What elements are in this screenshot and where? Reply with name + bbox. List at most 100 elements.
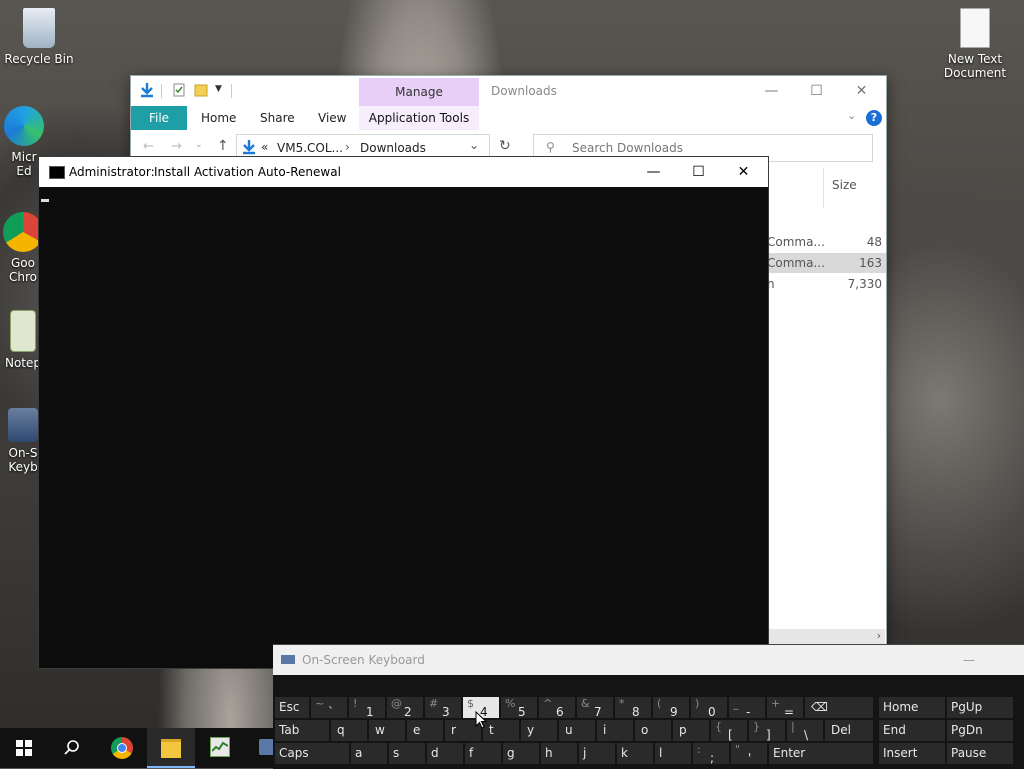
key-q[interactable]: q (331, 720, 367, 741)
key-y[interactable]: y (521, 720, 557, 741)
key-quote[interactable]: " ' (731, 743, 767, 765)
key-l[interactable]: l (655, 743, 691, 764)
key-5[interactable]: % 5 (501, 697, 537, 719)
file-row[interactable]: Comma... 48 (767, 232, 886, 252)
explorer-titlebar[interactable]: ▼ Manage Downloads — ☐ ✕ (131, 76, 886, 107)
file-row[interactable]: Comma... 163 (767, 253, 886, 273)
key-0[interactable]: ) 0 (691, 697, 727, 719)
key-pgup[interactable]: PgUp (947, 697, 1013, 718)
close-button[interactable]: ✕ (839, 76, 884, 106)
tab-application-tools[interactable]: Application Tools (359, 106, 479, 130)
horizontal-scrollbar[interactable]: › (767, 629, 885, 645)
tab-view[interactable]: View (318, 106, 346, 130)
key-o[interactable]: o (635, 720, 671, 741)
key-j[interactable]: j (579, 743, 615, 764)
address-segment[interactable]: Downloads (360, 141, 426, 155)
scroll-right-arrow-icon[interactable]: › (877, 629, 881, 642)
key-a[interactable]: a (351, 743, 387, 764)
cmd-close-button[interactable]: ✕ (721, 157, 766, 187)
key-right-bracket[interactable]: }] (749, 720, 785, 742)
taskbar-search-button[interactable] (48, 728, 96, 768)
key-backtick[interactable]: ~ ` (311, 697, 347, 719)
osk-titlebar[interactable]: On-Screen Keyboard — (273, 645, 1024, 675)
address-overflow[interactable]: « (261, 140, 268, 154)
key-pgdn[interactable]: PgDn (947, 720, 1013, 741)
key-w[interactable]: w (369, 720, 405, 741)
keyboard-icon (8, 408, 38, 442)
key-i[interactable]: i (597, 720, 633, 741)
forward-arrow-icon[interactable]: → (171, 139, 182, 154)
key-s[interactable]: s (389, 743, 425, 764)
desktop-icon-label: Notep (4, 356, 42, 370)
key-equals[interactable]: + = (767, 697, 803, 719)
key-7[interactable]: & 7 (577, 697, 613, 719)
key-p[interactable]: p (673, 720, 709, 741)
desktop-icon-label: New Text Document (943, 52, 1007, 80)
key-k[interactable]: k (617, 743, 653, 764)
key-semicolon[interactable]: :; (693, 743, 729, 765)
key-f[interactable]: f (465, 743, 501, 764)
properties-icon[interactable] (171, 82, 187, 98)
taskbar-file-explorer[interactable] (147, 728, 195, 768)
address-history-chevron-icon[interactable]: ⌄ (469, 138, 479, 152)
key-home[interactable]: Home (879, 697, 945, 718)
ribbon-expand-chevron-icon[interactable]: ⌄ (847, 109, 856, 122)
key-tab[interactable]: Tab (275, 720, 329, 741)
desktop-icon-recycle-bin[interactable]: Recycle Bin (2, 8, 76, 66)
new-folder-icon[interactable] (193, 82, 209, 98)
key-2[interactable]: @2 (387, 697, 423, 719)
desktop-icon-new-text-document[interactable]: New Text Document (938, 8, 1012, 80)
cmd-minimize-button[interactable]: — (631, 157, 676, 187)
up-arrow-icon[interactable]: ↑ (217, 138, 229, 154)
cmd-titlebar[interactable]: Administrator: Install Activation Auto-R… (39, 157, 768, 187)
key-caps[interactable]: Caps (275, 743, 349, 764)
key-pause[interactable]: Pause (947, 743, 1013, 764)
help-icon[interactable]: ? (866, 110, 882, 126)
recent-locations-chevron-icon[interactable]: ⌄ (195, 140, 203, 150)
column-header-size[interactable]: Size (823, 168, 857, 208)
on-screen-keyboard-window[interactable]: On-Screen Keyboard — Esc ~ ` ! 1 @2 #3 $4 … (273, 644, 1024, 769)
key-esc[interactable]: Esc (275, 697, 309, 718)
tab-file[interactable]: File (131, 106, 187, 130)
osk-minimize-button[interactable]: — (963, 645, 975, 675)
key-e[interactable]: e (407, 720, 443, 741)
key-1[interactable]: ! 1 (349, 697, 385, 719)
key-u[interactable]: u (559, 720, 595, 741)
key-end[interactable]: End (879, 720, 945, 741)
address-separator[interactable]: › (345, 140, 350, 154)
quick-access-dropdown-icon[interactable]: ▼ (215, 84, 222, 94)
desktop-icon-label: Micr Ed (11, 150, 37, 178)
maximize-button[interactable]: ☐ (794, 76, 839, 106)
key-d[interactable]: d (427, 743, 463, 764)
minimize-button[interactable]: — (749, 76, 794, 106)
tab-home[interactable]: Home (201, 106, 236, 130)
key-h[interactable]: h (541, 743, 577, 764)
key-9[interactable]: (9 (653, 697, 689, 719)
key-6[interactable]: ^ 6 (539, 697, 575, 719)
key-backslash[interactable]: | \ (787, 720, 823, 742)
back-arrow-icon[interactable]: ← (143, 139, 154, 154)
key-del[interactable]: Del (825, 720, 873, 741)
key-minus[interactable]: _ - (729, 697, 765, 719)
key-enter[interactable]: Enter (769, 743, 873, 764)
taskbar-task-manager[interactable] (196, 728, 244, 768)
tab-share[interactable]: Share (260, 106, 295, 130)
start-button[interactable] (0, 728, 48, 768)
key-t[interactable]: t (483, 720, 519, 741)
address-segment[interactable]: VM5.COL... (277, 141, 343, 155)
key-3[interactable]: #3 (425, 697, 461, 719)
file-row[interactable]: n 7,330 (767, 274, 886, 294)
refresh-icon[interactable]: ↻ (499, 138, 511, 154)
key-backspace[interactable]: ⌫ (805, 697, 873, 718)
key-8[interactable]: * 8 (615, 697, 651, 719)
manage-tab[interactable]: Manage (359, 78, 479, 107)
taskbar-chrome[interactable] (98, 728, 146, 768)
quick-access-divider (231, 84, 232, 98)
key-insert[interactable]: Insert (879, 743, 945, 764)
file-size: 163 (859, 256, 882, 270)
command-prompt-window[interactable]: Administrator: Install Activation Auto-R… (38, 156, 769, 669)
key-g[interactable]: g (503, 743, 539, 764)
taskbar-on-screen-keyboard[interactable] (245, 728, 273, 768)
key-left-bracket[interactable]: {[ (711, 720, 747, 742)
cmd-maximize-button[interactable]: ☐ (676, 157, 721, 187)
